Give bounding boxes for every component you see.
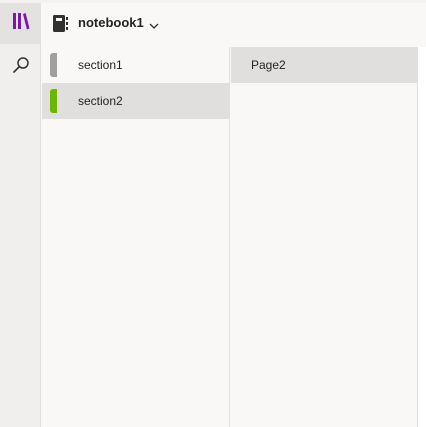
section-item-section2[interactable]: section2 [42, 83, 230, 119]
notebook-title: notebook1 [78, 15, 144, 30]
notebook-icon [53, 15, 69, 32]
library-icon [12, 12, 30, 35]
sections-list: section1 section2 [42, 47, 230, 427]
page-label: Page2 [251, 58, 286, 72]
search-icon [12, 56, 30, 79]
section-label: section2 [78, 94, 123, 108]
notebook-header: notebook1 [42, 3, 426, 44]
pages-list: Page2 [231, 47, 418, 427]
section-label: section1 [78, 58, 123, 72]
content-edge [418, 47, 426, 427]
search-button[interactable] [0, 47, 41, 87]
onenote-app: notebook1 section1 section2 Page2 [0, 0, 426, 427]
section-color-tab [50, 89, 57, 113]
left-rail [0, 3, 41, 427]
section-item-section1[interactable]: section1 [42, 47, 230, 83]
chevron-down-icon [149, 18, 159, 29]
section-color-tab [50, 53, 57, 77]
page-item-page2[interactable]: Page2 [231, 47, 418, 83]
notebook-switcher[interactable]: notebook1 [42, 3, 167, 44]
notebooks-button[interactable] [0, 3, 41, 44]
